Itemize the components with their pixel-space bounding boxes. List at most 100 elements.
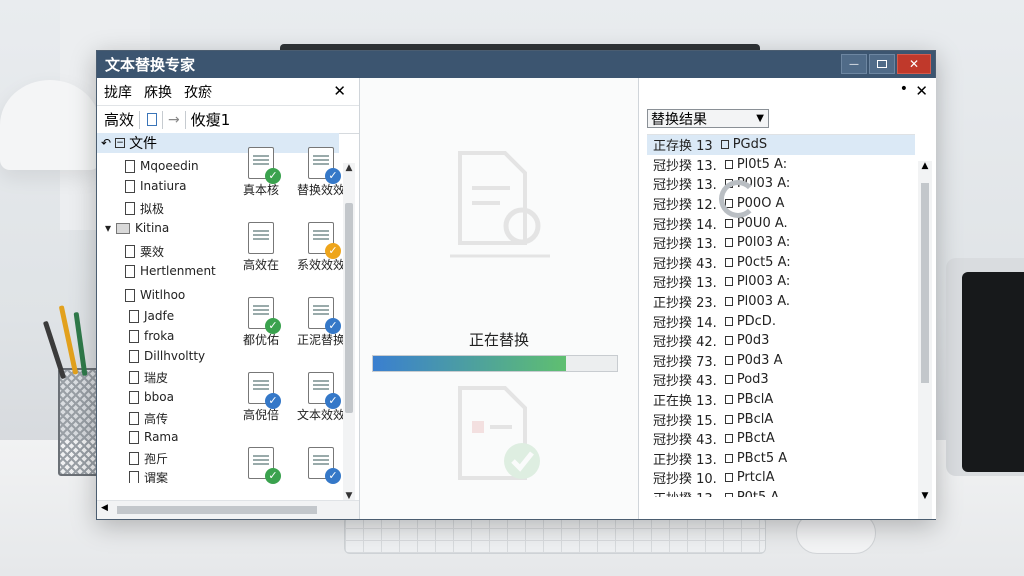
grid-file-item[interactable]: ✓ (231, 447, 291, 484)
tree-file[interactable]: bboa (129, 390, 174, 404)
scroll-down-icon[interactable]: ▼ (918, 491, 932, 501)
tree-file[interactable]: Hertlenment (125, 264, 216, 278)
tree-folder[interactable]: ▾ Kitina (105, 221, 169, 235)
file-panel-vertical-scrollbar[interactable]: ▲ ▼ (343, 163, 355, 519)
checkbox-icon[interactable] (724, 375, 733, 385)
checkbox-icon[interactable] (724, 277, 733, 287)
result-row[interactable]: 冠抄揆 13. Pl0t5 A: (647, 155, 915, 175)
results-view-select[interactable]: 替换结果 ▼ (647, 109, 769, 128)
result-row[interactable]: 正抄揆 13. P0t5 A (647, 488, 915, 497)
folder-icon (116, 222, 131, 234)
checkbox-icon[interactable] (724, 238, 733, 248)
tree-file[interactable]: Inatiura (125, 179, 186, 193)
checkbox-icon[interactable] (724, 297, 733, 307)
checkbox-icon[interactable] (724, 473, 733, 483)
results-close-icon[interactable]: ✕ (915, 82, 928, 100)
arrow-right-icon[interactable]: → (168, 112, 180, 128)
scroll-thumb[interactable] (117, 506, 317, 514)
checkbox-icon[interactable] (724, 395, 733, 405)
scroll-left-icon[interactable]: ◀ (101, 503, 108, 513)
grid-file-item[interactable]: ✓ (291, 447, 351, 484)
scroll-up-icon[interactable]: ▲ (343, 163, 355, 173)
scroll-up-icon[interactable]: ▲ (918, 161, 932, 171)
grid-file-item[interactable]: 高效在 (231, 222, 291, 273)
checkbox-icon[interactable] (724, 414, 733, 424)
tree-file[interactable]: 粟效 (125, 243, 164, 260)
grid-file-item[interactable]: ✓ 都优佑 (231, 297, 291, 348)
result-row[interactable]: 正抄揆 13. PBct5 A (647, 449, 915, 469)
tree-file[interactable]: Rama (129, 430, 178, 444)
result-row[interactable]: 冠抄揆 73. P0d3 A (647, 351, 915, 371)
result-row[interactable]: 冠抄揆 14. P0U0 A. (647, 213, 915, 233)
tree-file[interactable]: froka (129, 329, 174, 343)
checkbox-icon[interactable] (720, 140, 729, 150)
result-source: 冠抄揆 43. (653, 256, 717, 272)
result-row[interactable]: 冠抄揆 43. PBctA (647, 429, 915, 449)
checkbox-icon[interactable] (724, 434, 733, 444)
result-target: P0U0 A. (736, 215, 788, 231)
menu-item-2[interactable]: 庥换 (144, 82, 172, 102)
grid-file-label: 文本效效 (296, 408, 345, 422)
result-source: 冠抄揆 13. (653, 276, 717, 292)
checkbox-icon[interactable] (724, 159, 733, 169)
close-button[interactable]: ✕ (897, 54, 931, 74)
checkbox-icon[interactable] (724, 453, 733, 463)
result-row[interactable]: 正在换 13. PBclA (647, 390, 915, 410)
refresh-icon[interactable]: ↶ (101, 136, 111, 150)
tree-file[interactable]: Jadfe (129, 309, 174, 323)
toolbar-label-2[interactable]: 攸瘦1 (191, 109, 231, 130)
tree-file[interactable]: Mqoeedin (125, 159, 199, 173)
result-row[interactable]: 冠抄揆 42. P0d3 (647, 331, 915, 351)
grid-file-item[interactable]: ✓ 系效效效 (291, 222, 351, 273)
tree-file[interactable]: Witlhoo (125, 288, 185, 302)
collapse-icon[interactable]: − (115, 138, 126, 148)
file-panel-horizontal-scrollbar[interactable]: ◀ (97, 500, 359, 519)
tree-file[interactable]: 高传 (129, 410, 168, 427)
tree-file[interactable]: 孢斤 (129, 450, 168, 467)
minimize-button[interactable]: — (841, 54, 867, 74)
checkbox-icon[interactable] (724, 218, 733, 228)
result-row[interactable]: 冠抄揆 15. PBclA (647, 409, 915, 429)
grid-file-item[interactable]: ✓ 真本核 (231, 147, 291, 198)
maximize-button[interactable] (869, 54, 895, 74)
tree-file[interactable]: 瑞皮 (129, 369, 168, 386)
result-row[interactable]: 正存换 13 PGdS (647, 135, 915, 155)
menu-item-3[interactable]: 孜瘀 (184, 82, 212, 102)
result-source: 冠抄揆 43. (653, 374, 717, 390)
checkbox-icon[interactable] (724, 336, 733, 346)
result-row[interactable]: 冠抄揆 10. PrtclA (647, 468, 915, 488)
result-source: 冠抄揆 15. (653, 413, 717, 429)
panel-close-icon[interactable]: ✕ (333, 82, 346, 100)
expand-caret-icon[interactable]: ▾ (105, 221, 111, 235)
result-row[interactable]: 冠抄揆 13. Pl003 A: (647, 272, 915, 292)
grid-file-item[interactable]: ✓ 正泥替换 (291, 297, 351, 348)
tree-file[interactable]: 谓案 (129, 469, 168, 483)
new-document-icon[interactable] (147, 113, 158, 126)
result-row[interactable]: 冠抄揆 13. P0l03 A: (647, 174, 915, 194)
result-row[interactable]: 冠抄揆 13. P0l03 A: (647, 233, 915, 253)
scroll-thumb[interactable] (345, 203, 353, 413)
panel-options-icon[interactable]: • (900, 81, 908, 97)
tree-item-label: froka (144, 329, 175, 343)
background-pencil (42, 320, 67, 380)
tree-file[interactable]: 拟极 (125, 200, 164, 217)
checkbox-icon[interactable] (724, 257, 733, 267)
toolbar-label-efficient[interactable]: 高效 (104, 109, 134, 130)
checkbox-icon[interactable] (724, 355, 733, 365)
scroll-thumb[interactable] (921, 183, 929, 383)
results-vertical-scrollbar[interactable]: ▲ ▼ (918, 161, 932, 519)
checkbox-icon[interactable] (724, 492, 733, 497)
result-row[interactable]: 冠抄揆 14. PDcD. (647, 311, 915, 331)
checkbox-icon[interactable] (724, 316, 733, 326)
grid-file-item[interactable]: ✓ 高倪倍 (231, 372, 291, 423)
result-row[interactable]: 冠抄揆 43. Pod3 (647, 370, 915, 390)
result-row[interactable]: 冠抄揆 43. P0ct5 A: (647, 253, 915, 273)
document-icon: ✓ (308, 147, 341, 184)
result-row[interactable]: 冠抄揆 12. P00O A (647, 194, 915, 214)
menu-item-1[interactable]: 拢庠 (104, 82, 132, 102)
grid-file-item[interactable]: ✓ 文本效效 (291, 372, 351, 423)
grid-file-item[interactable]: ✓ 替换效效 (291, 147, 351, 198)
result-target: PrtclA (736, 470, 775, 486)
tree-file[interactable]: Dillhvoltty (129, 349, 205, 363)
result-row[interactable]: 正抄揆 23. Pl003 A. (647, 292, 915, 312)
